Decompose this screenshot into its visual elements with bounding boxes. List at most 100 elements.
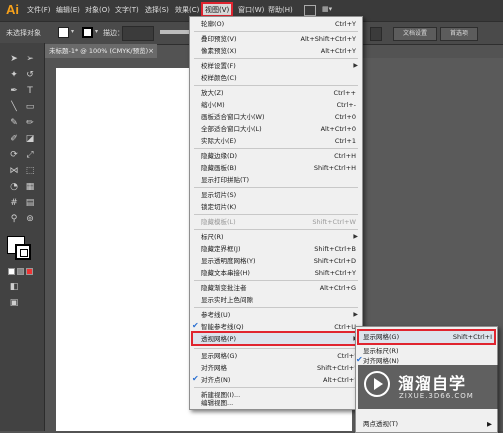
menu-item-show-slices[interactable]: 显示切片(S) (190, 190, 362, 200)
menu-view[interactable]: 视图(V) (205, 5, 229, 15)
menu-help[interactable]: 帮助(H) (268, 5, 293, 15)
menu-item-actual-size[interactable]: 实际大小(E) Ctrl+1 (190, 136, 362, 146)
pencil-tool-icon[interactable]: ✏ (24, 117, 36, 129)
screen-mode-icon[interactable]: ▣ (8, 297, 20, 309)
submenu-item-two-point-perspective[interactable]: 两点透视(T) ▶ (356, 419, 497, 429)
type-tool-icon[interactable]: T (24, 85, 36, 97)
menu-window[interactable]: 窗口(W) (238, 5, 264, 15)
blend-tool-icon[interactable]: ⊚ (24, 213, 36, 225)
menu-select[interactable]: 选择(S) (145, 5, 169, 15)
menu-separator (194, 148, 358, 149)
checkmark-icon: ✔ (356, 355, 363, 364)
document-tab[interactable]: 未标题-1* @ 100% (CMYK/预览) × (45, 44, 157, 58)
menu-separator (194, 307, 358, 308)
menu-item-print-tiling[interactable]: 显示打印拼贴(T) (190, 175, 362, 185)
preferences-button[interactable]: 首选项 (440, 27, 478, 41)
menu-item-hide-bounding-box[interactable]: 隐藏定界框(J) Shift+Ctrl+B (190, 244, 362, 254)
menu-type[interactable]: 文字(T) (115, 5, 139, 15)
submenu-arrow-icon: ▶ (487, 420, 492, 428)
direct-selection-tool-icon[interactable]: ➢ (24, 53, 36, 65)
stroke-color-box[interactable] (15, 244, 31, 260)
paintbrush-tool-icon[interactable]: ✎ (8, 117, 20, 129)
menu-item-fit-artboard[interactable]: 画板适合窗口大小(W) Ctrl+0 (190, 112, 362, 122)
menu-item-outline[interactable]: 轮廓(O) Ctrl+Y (190, 19, 362, 29)
gradient-mode-icon[interactable] (17, 268, 24, 275)
submenu-item-show-grid[interactable]: 显示网格(G) Shift+Ctrl+I (356, 332, 497, 342)
stroke-weight-field[interactable] (122, 26, 154, 41)
chevron-down-icon[interactable]: ▾ (95, 28, 98, 35)
menu-item-hide-template: 隐藏模板(L) Shift+Ctrl+W (201, 218, 356, 226)
menu-item-zoom-in[interactable]: 放大(Z) Ctrl++ (190, 88, 362, 98)
perspective-grid-tool-icon[interactable]: ▦ (24, 181, 36, 193)
style-dropdown[interactable] (370, 27, 382, 41)
stroke-profile[interactable] (160, 30, 190, 34)
close-icon[interactable]: × (148, 44, 154, 58)
document-setup-button[interactable]: 文档设置 (393, 27, 437, 41)
menu-item-hide-edges[interactable]: 隐藏边缘(D) Ctrl+H (190, 151, 362, 161)
menu-separator (194, 85, 358, 86)
menu-item-edit-views[interactable]: 编辑视图... (190, 398, 362, 408)
menu-file[interactable]: 文件(F) (27, 5, 51, 15)
mesh-tool-icon[interactable]: # (8, 197, 20, 209)
stroke-swatch[interactable] (82, 27, 93, 38)
menu-separator (194, 31, 358, 32)
menu-item-lock-slices[interactable]: 锁定切片(K) (190, 202, 362, 212)
menu-item-overprint-preview[interactable]: 叠印预览(V) Alt+Shift+Ctrl+Y (190, 34, 362, 44)
menu-separator (194, 387, 358, 388)
watermark-title: 溜溜自学 (398, 374, 467, 393)
watermark-url: ZIXUE.3D66.COM (399, 392, 474, 400)
fill-swatch[interactable] (58, 27, 69, 38)
menu-item-guides[interactable]: 参考线(U) ▶ (190, 310, 362, 320)
submenu-item-show-rulers[interactable]: 显示标尺(R) (356, 346, 497, 356)
free-transform-tool-icon[interactable]: ⬚ (24, 165, 36, 177)
menu-item-pixel-preview[interactable]: 像素预览(X) Alt+Ctrl+Y (190, 46, 362, 56)
menu-edit[interactable]: 编辑(E) (56, 5, 80, 15)
eraser-tool-icon[interactable]: ◪ (24, 133, 36, 145)
menu-item-proof-colors[interactable]: 校样颜色(C) (190, 73, 362, 83)
rotate-tool-icon[interactable]: ⟳ (8, 149, 20, 161)
menu-item-hide-artboards[interactable]: 隐藏画板(B) Shift+Ctrl+H (190, 163, 362, 173)
gradient-tool-icon[interactable]: ▤ (24, 197, 36, 209)
menu-separator (194, 229, 358, 230)
selection-status: 未选择对象 (6, 29, 41, 37)
checkmark-icon: ✔ (192, 321, 199, 330)
rectangle-tool-icon[interactable]: ▭ (24, 101, 36, 113)
menu-item-show-grid[interactable]: 显示网格(G) Ctrl+' (190, 351, 362, 361)
selection-tool-icon[interactable]: ➤ (8, 53, 20, 65)
menu-item-live-paint-gaps[interactable]: 显示实时上色间隙 (190, 295, 362, 305)
magic-wand-tool-icon[interactable]: ✦ (8, 69, 20, 81)
none-mode-icon[interactable] (26, 268, 33, 275)
menu-separator (194, 187, 358, 188)
eyedropper-tool-icon[interactable]: ⚲ (8, 213, 20, 225)
bridge-icon[interactable] (304, 5, 316, 16)
chevron-down-icon[interactable]: ▾ (71, 28, 74, 35)
lasso-tool-icon[interactable]: ↺ (24, 69, 36, 81)
menu-item-zoom-out[interactable]: 缩小(M) Ctrl+- (190, 100, 362, 110)
menu-item-snap-to-point[interactable]: ✔ 对齐点(N) Alt+Ctrl+' (190, 374, 362, 385)
width-tool-icon[interactable]: ⋈ (8, 165, 20, 177)
color-mode-icon[interactable] (8, 268, 15, 275)
submenu-arrow-icon: ▶ (353, 233, 358, 240)
shape-builder-tool-icon[interactable]: ◔ (8, 181, 20, 193)
view-menu-dropdown: 轮廓(O) Ctrl+Y 叠印预览(V) Alt+Shift+Ctrl+Y 像素预览… (189, 16, 363, 410)
menu-separator (194, 280, 358, 281)
menu-object[interactable]: 对象(O) (85, 5, 110, 15)
play-logo-icon (364, 371, 390, 397)
menu-item-snap-to-grid[interactable]: 对齐网格 Shift+Ctrl+' (190, 363, 362, 373)
line-tool-icon[interactable]: ╲ (8, 101, 20, 113)
menu-item-proof-setup[interactable]: 校样设置(F) ▶ (190, 61, 362, 71)
illustrator-logo: Ai (6, 2, 19, 17)
menu-item-hide-text-threads[interactable]: 隐藏文本串接(H) Shift+Ctrl+Y (190, 268, 362, 278)
menu-item-hide-gradient-annotator[interactable]: 隐藏渐变批注者 Alt+Ctrl+G (190, 283, 362, 293)
menu-item-transparency-grid[interactable]: 显示透明度网格(Y) Shift+Ctrl+D (190, 256, 362, 266)
menu-item-fit-all[interactable]: 全部适合窗口大小(L) Alt+Ctrl+0 (190, 124, 362, 134)
pen-tool-icon[interactable]: ✒ (8, 85, 20, 97)
arrange-documents-icon[interactable]: ▦▾ (322, 5, 332, 13)
menu-item-rulers[interactable]: 标尺(R) ▶ (190, 232, 362, 242)
draw-mode-icon[interactable]: ◧ (8, 281, 20, 293)
menu-effect[interactable]: 效果(C) (175, 5, 199, 15)
scale-tool-icon[interactable]: ⤢ (24, 149, 36, 161)
menu-item-perspective-grid[interactable]: 透视网格(P)▶ (190, 334, 362, 344)
menu-separator (194, 214, 358, 215)
blob-brush-tool-icon[interactable]: ✐ (8, 133, 20, 145)
